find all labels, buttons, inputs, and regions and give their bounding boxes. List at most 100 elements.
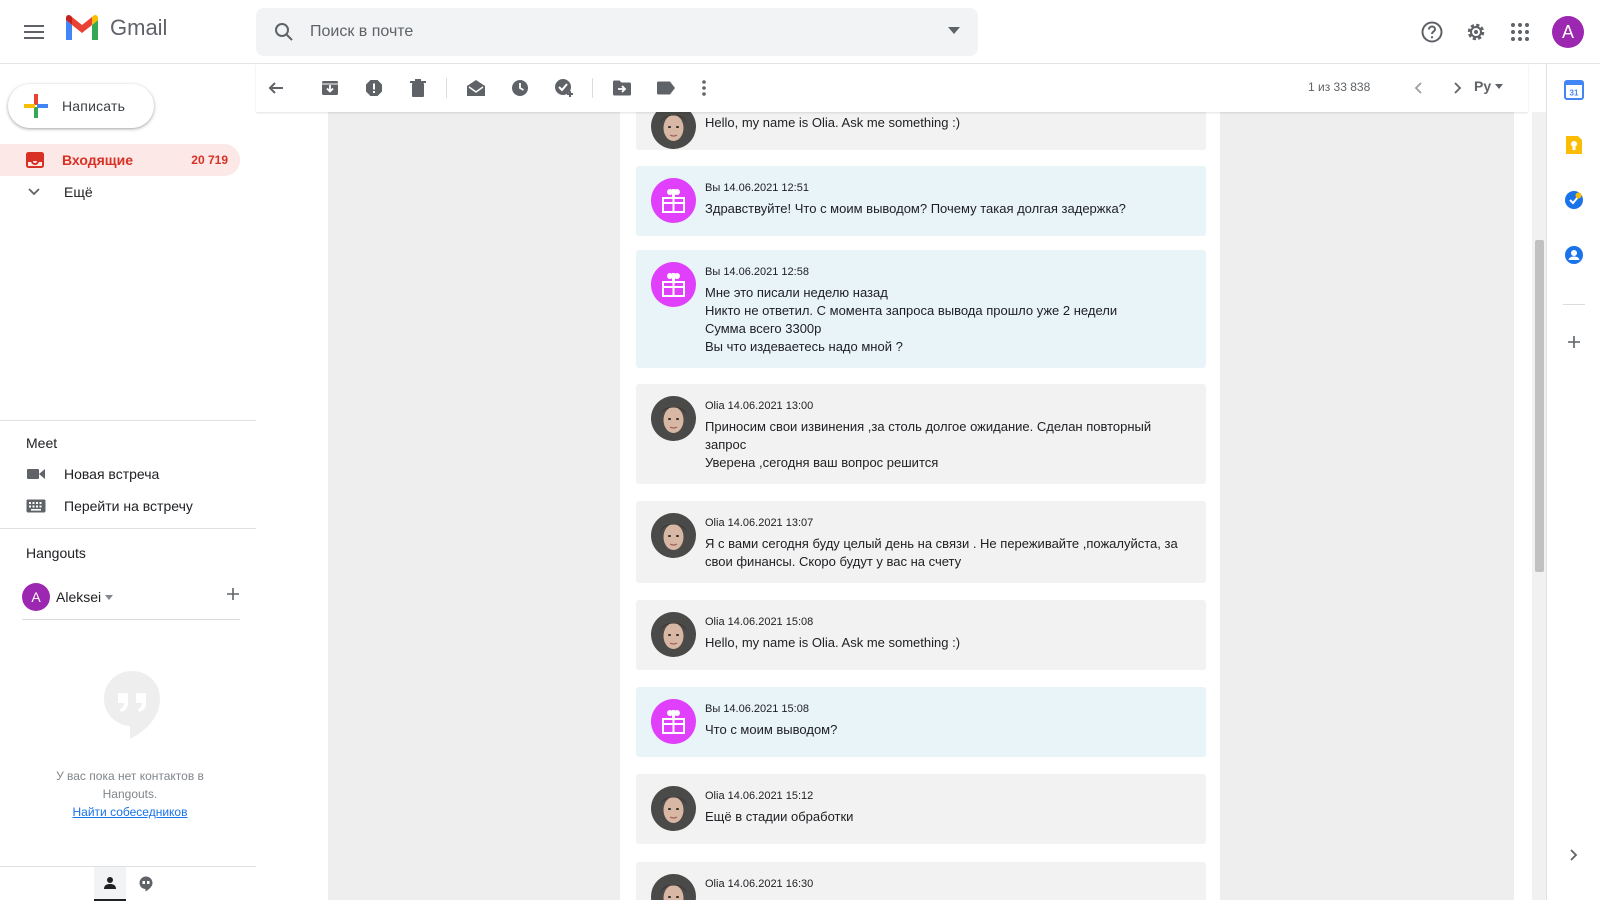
more-vert-icon — [702, 80, 706, 96]
meet-new-meeting[interactable]: Новая встреча — [0, 459, 256, 489]
sidebar-item-label: Входящие — [62, 152, 133, 168]
contacts-icon — [1565, 246, 1583, 264]
input-language-label: Ру — [1474, 78, 1492, 94]
message-text: Я с вами сегодня буду целый день на связ… — [705, 535, 1185, 571]
search-icon[interactable] — [272, 20, 296, 44]
apps-button[interactable] — [1500, 12, 1540, 52]
hangouts-user: A Aleksei — [22, 583, 240, 620]
more-actions-button[interactable] — [688, 72, 720, 104]
message-text: Мне это писали неделю назад Никто не отв… — [705, 284, 1185, 356]
show-side-panel-button[interactable] — [1560, 841, 1588, 869]
keep-icon — [1566, 136, 1582, 154]
message-line: Здравствуйте! Что с моим выводом? Почему… — [705, 201, 1126, 216]
hangouts-section-title: Hangouts — [26, 545, 86, 561]
caret-down-icon[interactable] — [105, 594, 114, 600]
search-options-icon[interactable] — [948, 27, 960, 35]
delete-button[interactable] — [402, 72, 434, 104]
keep-addon[interactable] — [1560, 131, 1588, 159]
scrollbar-thumb[interactable] — [1535, 240, 1544, 572]
hangouts-avatar[interactable]: A — [22, 583, 50, 611]
search-input[interactable] — [310, 23, 910, 41]
message-sender: Olia — [705, 878, 725, 890]
message-line: Я с вами сегодня буду целый день на связ… — [705, 536, 1178, 569]
sidebar-item-more[interactable]: Ещё — [0, 176, 240, 208]
older-button[interactable] — [1442, 72, 1474, 104]
input-language-selector[interactable]: Ру — [1474, 78, 1504, 94]
message-time: 14.06.2021 15:08 — [727, 616, 814, 628]
label-icon — [657, 81, 675, 95]
bot-avatar — [651, 262, 696, 307]
meet-section-title: Meet — [26, 435, 58, 451]
side-panel: 31 — [1546, 64, 1600, 900]
add-contact-icon[interactable] — [226, 587, 240, 601]
get-addons-button[interactable] — [1560, 328, 1588, 356]
sidebar-item-inbox[interactable]: Входящие 20 719 — [0, 144, 240, 176]
message-line: Никто не ответил. С момента запроса выво… — [705, 303, 1118, 318]
chat-message: Вы 14.06.2021 15:08 Что с моим выводом? — [636, 687, 1206, 757]
message-meta: Olia 14.06.2021 15:12 — [705, 790, 813, 802]
video-camera-icon — [27, 469, 45, 479]
account-avatar[interactable]: A — [1552, 16, 1584, 48]
sidebar-item-label: Ещё — [64, 184, 93, 200]
person-photo — [651, 786, 696, 831]
chat-message: Olia 14.06.2021 13:07 Я с вами сегодня б… — [636, 501, 1206, 583]
gear-icon — [1467, 23, 1485, 41]
hangouts-tabs — [0, 866, 256, 901]
compose-plus-icon — [24, 94, 48, 118]
app-name: Gmail — [110, 15, 168, 40]
hamburger-icon — [24, 25, 44, 39]
arrow-back-icon — [268, 82, 283, 94]
gmail-logo[interactable]: Gmail — [64, 14, 167, 42]
top-header: Gmail A — [0, 0, 1600, 64]
message-sender: Вы — [705, 703, 721, 715]
gift-box-icon — [651, 178, 696, 223]
person-icon — [104, 877, 116, 889]
contacts-addon[interactable] — [1560, 241, 1588, 269]
header-actions: A — [1412, 12, 1584, 52]
chat-message: Olia 14.06.2021 13:00 Приносим свои изви… — [636, 384, 1206, 484]
message-text: Что с моим выводом? — [705, 721, 1185, 739]
person-photo — [651, 112, 696, 149]
compose-label: Написать — [62, 98, 126, 114]
hangouts-icon — [139, 876, 153, 892]
add-task-icon — [555, 79, 573, 97]
report-spam-button[interactable] — [358, 72, 390, 104]
message-line: Вы что издеваетесь надо мной ? — [705, 339, 903, 354]
labels-button[interactable] — [650, 72, 682, 104]
newer-button[interactable] — [1402, 72, 1434, 104]
message-text: Hello, my name is Olia. Ask me something… — [705, 114, 1185, 132]
move-to-button[interactable] — [606, 72, 638, 104]
compose-button[interactable]: Написать — [8, 84, 154, 128]
toolbar-divider — [446, 78, 447, 98]
message-line: Ещё в стадии обработки — [705, 809, 854, 824]
bot-avatar — [651, 699, 696, 744]
toolbar-divider — [592, 78, 593, 98]
chevron-down-icon — [28, 188, 40, 196]
side-panel-divider — [1563, 304, 1585, 305]
message-time: 14.06.2021 15:08 — [723, 703, 809, 715]
message-meta: Вы 14.06.2021 15:08 — [705, 703, 809, 715]
mark-unread-button[interactable] — [460, 72, 492, 104]
back-button[interactable] — [260, 72, 292, 104]
tab-contacts[interactable] — [94, 867, 126, 901]
settings-button[interactable] — [1456, 12, 1496, 52]
chat-message: Hello, my name is Olia. Ask me something… — [636, 112, 1206, 150]
snooze-button[interactable] — [504, 72, 536, 104]
message-time: 14.06.2021 13:00 — [727, 400, 814, 412]
message-line: Уверена ,сегодня ваш вопрос решится — [705, 455, 939, 470]
add-to-tasks-button[interactable] — [548, 72, 580, 104]
calendar-addon[interactable]: 31 — [1560, 76, 1588, 104]
tasks-addon[interactable] — [1560, 186, 1588, 214]
tab-conversations[interactable] — [130, 867, 162, 901]
archive-button[interactable] — [314, 72, 346, 104]
hangouts-user-name[interactable]: Aleksei — [56, 589, 101, 605]
inbox-icon — [26, 152, 44, 168]
message-time: 14.06.2021 13:07 — [727, 517, 814, 529]
caret-down-icon — [1495, 83, 1504, 89]
find-contacts-link[interactable]: Найти собеседников — [30, 805, 230, 819]
support-button[interactable] — [1412, 12, 1452, 52]
meet-join-meeting[interactable]: Перейти на встречу — [0, 491, 256, 521]
main-menu-button[interactable] — [18, 16, 50, 48]
person-photo — [651, 396, 696, 441]
bot-avatar — [651, 178, 696, 223]
